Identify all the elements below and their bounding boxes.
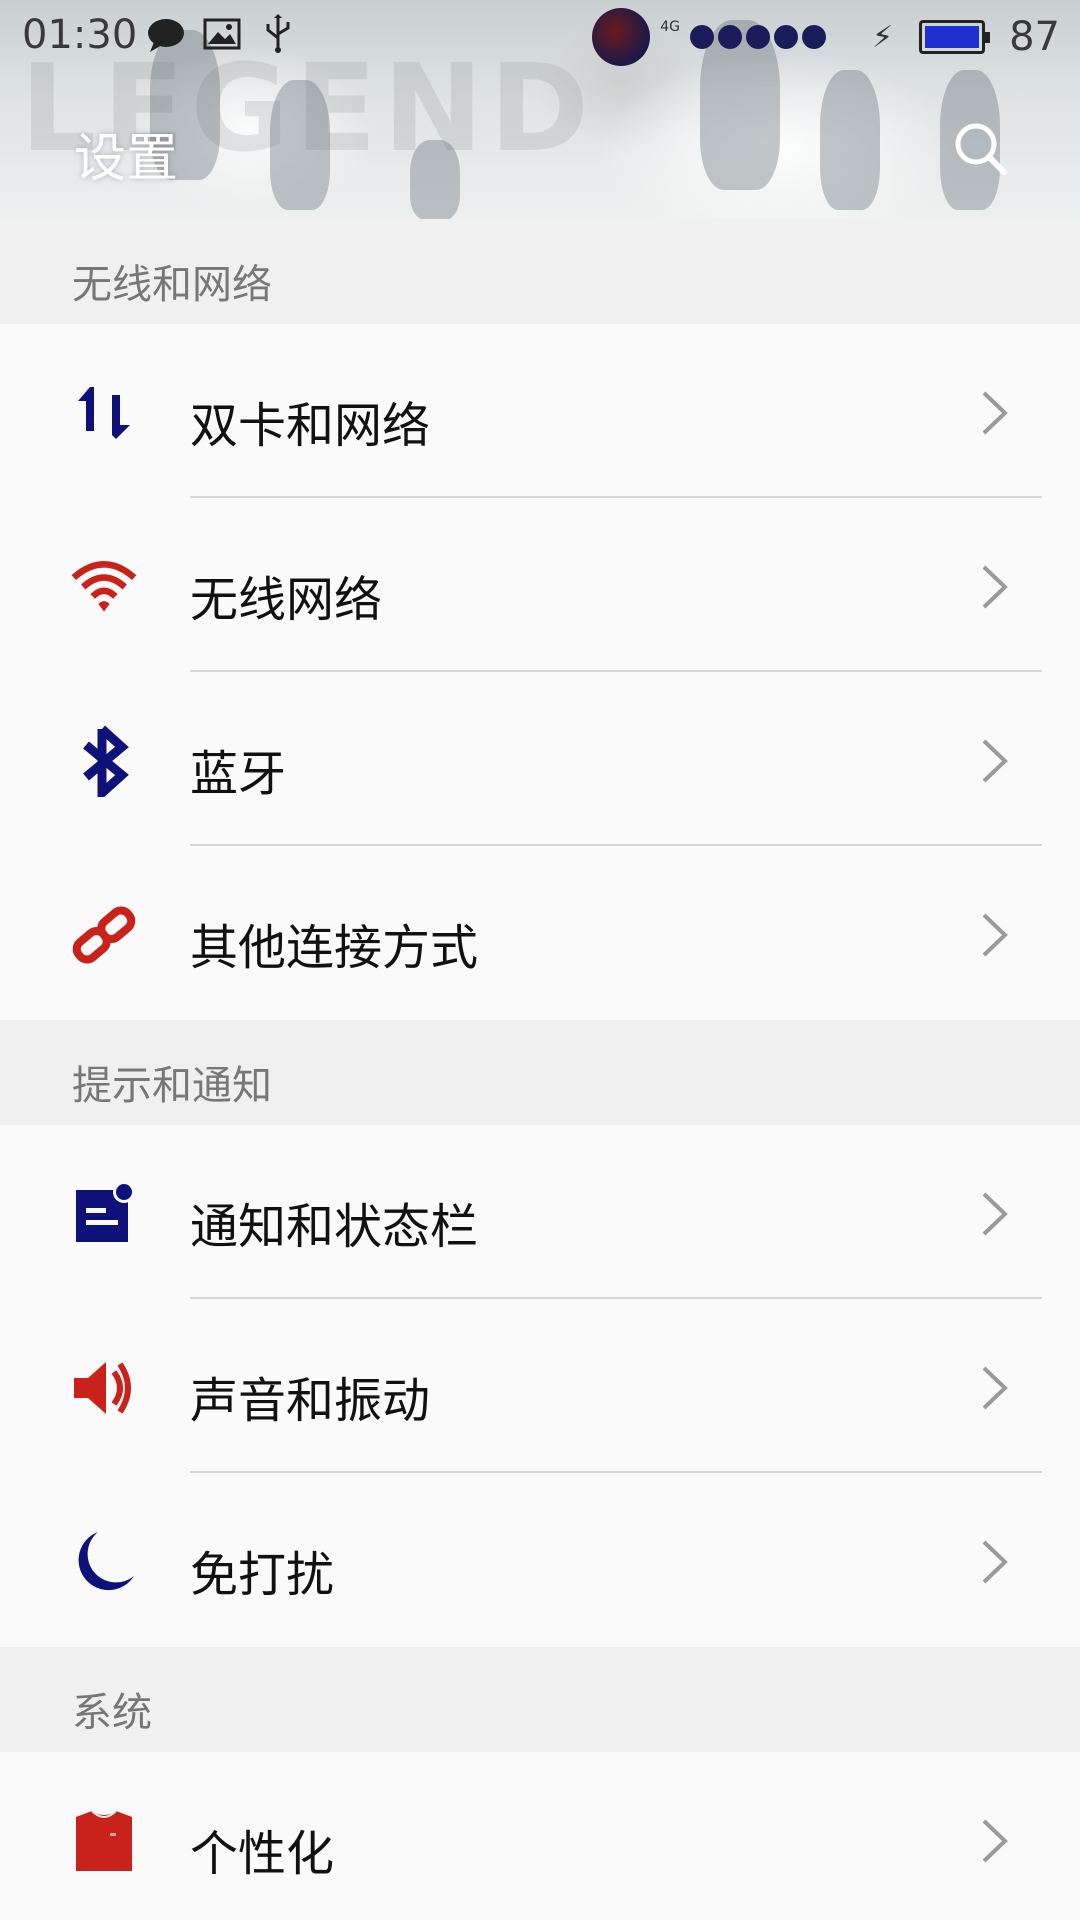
settings-item-notification-bar[interactable]: 通知和状态栏 xyxy=(0,1125,1080,1299)
banner-figure xyxy=(270,80,330,210)
settings-item-dual-sim[interactable]: 双卡和网络 xyxy=(0,324,1080,498)
image-icon xyxy=(203,18,241,50)
settings-item-label: 声音和振动 xyxy=(190,1373,431,1429)
chevron-right-icon xyxy=(982,391,1008,435)
section-header-system: 系统 xyxy=(0,1647,1080,1752)
settings-item-label: 蓝牙 xyxy=(190,746,287,802)
bluetooth-icon xyxy=(83,725,129,797)
signal-icon xyxy=(690,25,827,49)
settings-item-label: 通知和状态栏 xyxy=(190,1199,479,1255)
section-title: 提示和通知 xyxy=(72,1063,272,1109)
settings-item-label: 无线网络 xyxy=(190,572,383,628)
section-title: 无线和网络 xyxy=(72,262,272,308)
charging-icon: ⚡ xyxy=(872,19,894,55)
banner-figure xyxy=(410,140,460,219)
chevron-right-icon xyxy=(982,565,1008,609)
chevron-right-icon xyxy=(982,739,1008,783)
chevron-right-icon xyxy=(982,1366,1008,1410)
page-title: 设置 xyxy=(74,129,179,189)
settings-item-label: 双卡和网络 xyxy=(190,398,431,454)
shirt-icon xyxy=(76,1810,132,1871)
header-banner: LEGEND 01:30 4G ⚡ 87 设置 xyxy=(0,0,1080,219)
speaker-icon xyxy=(74,1362,131,1414)
status-time: 01:30 xyxy=(22,12,138,58)
battery-icon xyxy=(919,20,991,54)
battery-level: 87 xyxy=(1009,14,1060,60)
settings-item-personalization[interactable]: 个性化 xyxy=(0,1752,1080,1920)
chevron-right-icon xyxy=(982,1819,1008,1863)
settings-item-label: 其他连接方式 xyxy=(190,920,479,976)
chevron-right-icon xyxy=(982,1192,1008,1236)
search-icon[interactable] xyxy=(950,118,1010,178)
section-header-notifications: 提示和通知 xyxy=(0,1020,1080,1125)
data-transfer-icon xyxy=(78,387,130,439)
status-bar: 01:30 4G ⚡ 87 xyxy=(0,0,1080,72)
link-icon xyxy=(72,906,136,964)
banner-figure xyxy=(820,70,880,210)
chat-bubble-icon xyxy=(148,19,184,52)
settings-item-bluetooth[interactable]: 蓝牙 xyxy=(0,672,1080,846)
settings-item-do-not-disturb[interactable]: 免打扰 xyxy=(0,1473,1080,1647)
chevron-right-icon xyxy=(982,913,1008,957)
section-title: 系统 xyxy=(72,1690,152,1736)
usb-icon xyxy=(266,14,290,53)
settings-item-label: 个性化 xyxy=(190,1826,335,1882)
chevron-right-icon xyxy=(982,1540,1008,1584)
settings-item-sound[interactable]: 声音和振动 xyxy=(0,1299,1080,1473)
settings-item-label: 免打扰 xyxy=(190,1547,335,1603)
notification-icon xyxy=(76,1182,135,1242)
settings-item-other-connections[interactable]: 其他连接方式 xyxy=(0,846,1080,1020)
network-type: 4G xyxy=(660,19,681,35)
basketball-icon xyxy=(592,8,651,66)
settings-item-wifi[interactable]: 无线网络 xyxy=(0,498,1080,672)
moon-icon xyxy=(78,1532,134,1591)
wifi-icon xyxy=(71,561,137,612)
section-header-wireless: 无线和网络 xyxy=(0,219,1080,324)
